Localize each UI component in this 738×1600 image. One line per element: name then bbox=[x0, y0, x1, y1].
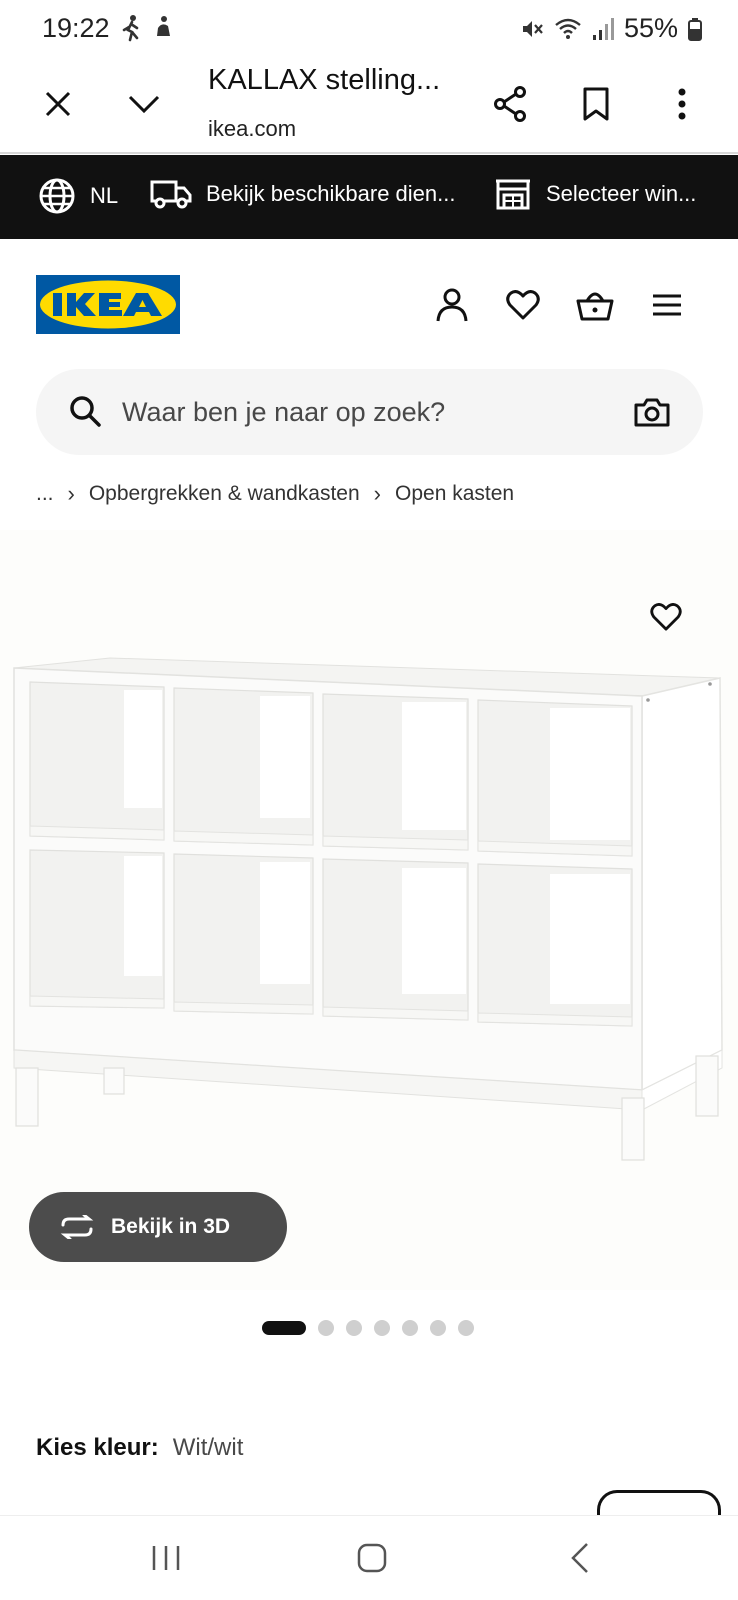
menu-button[interactable] bbox=[641, 279, 693, 331]
share-button[interactable] bbox=[482, 76, 538, 132]
back-chevron-icon bbox=[571, 1543, 588, 1573]
minimize-button[interactable] bbox=[116, 76, 172, 132]
breadcrumb-item[interactable]: Open kasten bbox=[395, 482, 514, 506]
battery-icon bbox=[688, 17, 702, 41]
truck-icon bbox=[150, 180, 192, 209]
wifi-icon bbox=[554, 17, 582, 41]
globe-icon bbox=[39, 178, 75, 214]
close-icon bbox=[45, 91, 71, 117]
rotate-3d-icon bbox=[60, 1215, 94, 1239]
view-in-3d-button[interactable]: Bekijk in 3D bbox=[29, 1192, 287, 1262]
carousel-dot[interactable] bbox=[374, 1320, 390, 1336]
user-icon bbox=[436, 288, 468, 322]
delivery-services-link[interactable]: Bekijk beschikbare dien... bbox=[150, 177, 455, 211]
select-store-link[interactable]: Selecteer win... bbox=[494, 177, 696, 211]
page-title: KALLAX stelling... bbox=[208, 64, 441, 96]
carousel-dot[interactable] bbox=[262, 1321, 306, 1335]
breadcrumb-ellipsis[interactable]: ... bbox=[36, 482, 54, 506]
breadcrumb: ... › Opbergrekken & wandkasten › Open k… bbox=[36, 481, 514, 507]
language-selector[interactable]: NL bbox=[38, 177, 118, 215]
basket-icon bbox=[576, 292, 614, 321]
view-in-3d-label: Bekijk in 3D bbox=[111, 1215, 231, 1238]
back-button[interactable] bbox=[550, 1528, 610, 1588]
browser-toolbar: KALLAX stelling... ikea.com bbox=[0, 56, 738, 154]
share-icon bbox=[494, 86, 526, 122]
wishlist-button[interactable] bbox=[497, 279, 549, 331]
chevron-right-icon: › bbox=[67, 481, 75, 506]
more-options-button[interactable] bbox=[654, 76, 710, 132]
hamburger-menu-icon bbox=[653, 294, 681, 316]
bookmark-button[interactable] bbox=[568, 76, 624, 132]
delivery-label: Bekijk beschikbare dien... bbox=[206, 181, 456, 206]
color-value: Wit/wit bbox=[172, 1434, 244, 1461]
search-icon bbox=[68, 394, 102, 428]
carousel-dot[interactable] bbox=[402, 1320, 418, 1336]
more-vertical-icon bbox=[678, 88, 686, 120]
color-selector: Kies kleur: Wit/wit bbox=[36, 1434, 243, 1462]
service-bar: NL Bekijk beschikbare dien... Selecteer … bbox=[0, 155, 738, 239]
search-input[interactable] bbox=[122, 369, 602, 455]
home-button[interactable] bbox=[342, 1528, 402, 1588]
recent-apps-icon bbox=[152, 1546, 180, 1570]
status-bar: 19:22 55% bbox=[0, 0, 738, 56]
carousel-indicator bbox=[262, 1320, 474, 1336]
breadcrumb-item[interactable]: Opbergrekken & wandkasten bbox=[89, 482, 360, 506]
ikea-logo[interactable] bbox=[36, 275, 180, 334]
account-button[interactable] bbox=[426, 279, 478, 331]
page-domain: ikea.com bbox=[208, 116, 297, 141]
shopping-cart-button[interactable] bbox=[569, 279, 621, 331]
store-label: Selecteer win... bbox=[546, 181, 697, 206]
system-navigation-bar bbox=[0, 1515, 738, 1600]
mute-icon bbox=[520, 17, 544, 41]
status-activity-icons bbox=[120, 14, 174, 42]
store-icon bbox=[496, 179, 530, 210]
visual-search-button[interactable] bbox=[631, 391, 673, 433]
activity-icon bbox=[152, 14, 174, 42]
carousel-dot[interactable] bbox=[346, 1320, 362, 1336]
carousel-dot[interactable] bbox=[430, 1320, 446, 1336]
add-to-wishlist-button[interactable] bbox=[643, 594, 689, 640]
camera-icon bbox=[634, 398, 670, 427]
battery-percentage: 55% bbox=[623, 13, 678, 43]
chevron-right-icon: › bbox=[373, 481, 381, 506]
walking-icon bbox=[120, 14, 142, 42]
carousel-dot[interactable] bbox=[458, 1320, 474, 1336]
heart-icon bbox=[506, 290, 540, 320]
home-icon bbox=[357, 1543, 387, 1573]
status-time: 19:22 bbox=[42, 13, 110, 43]
color-label: Kies kleur: bbox=[36, 1434, 159, 1461]
carousel-dot[interactable] bbox=[318, 1320, 334, 1336]
product-image-shelf bbox=[10, 650, 726, 1190]
language-label: NL bbox=[90, 183, 119, 208]
heart-icon bbox=[650, 603, 682, 631]
search-bar[interactable] bbox=[36, 369, 703, 455]
close-tab-button[interactable] bbox=[30, 76, 86, 132]
recent-apps-button[interactable] bbox=[136, 1528, 196, 1588]
signal-icon bbox=[592, 17, 614, 41]
bookmark-icon bbox=[583, 87, 609, 121]
chevron-down-icon bbox=[128, 95, 160, 114]
status-right: 55% bbox=[520, 13, 702, 44]
